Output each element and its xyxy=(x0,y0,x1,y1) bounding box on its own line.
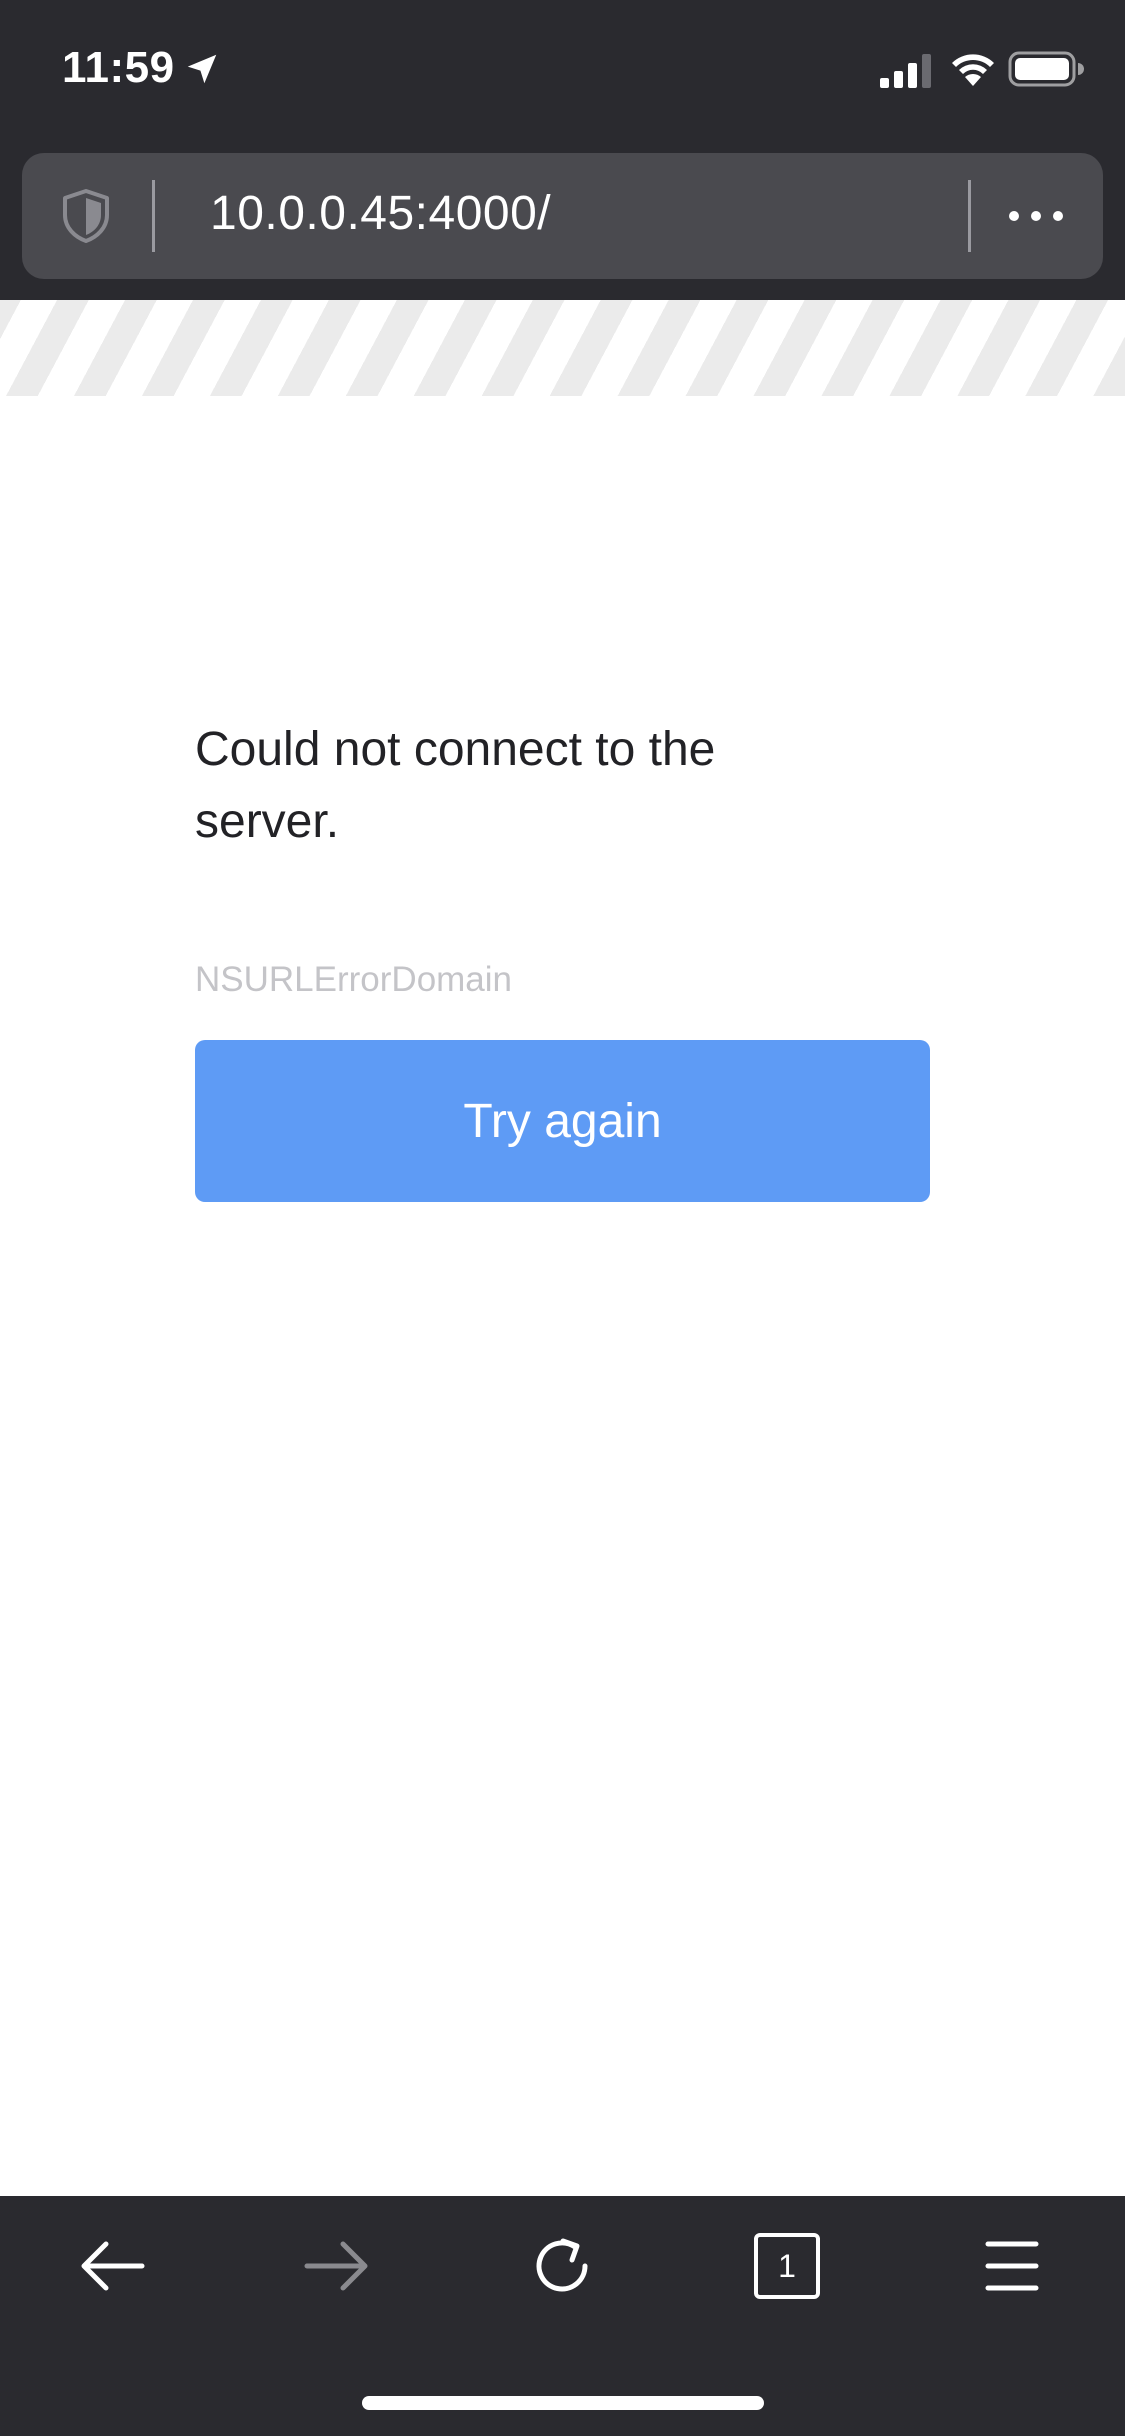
hamburger-menu-icon xyxy=(985,2241,1039,2291)
location-arrow-icon xyxy=(187,54,217,84)
error-message: Could not connect to the server. xyxy=(195,723,716,848)
address-divider-right xyxy=(968,180,971,252)
cellular-signal-icon xyxy=(880,54,931,88)
loading-progress-bar xyxy=(0,300,1125,396)
tab-count: 1 xyxy=(754,2233,820,2299)
wifi-icon xyxy=(952,54,994,86)
address-divider-left xyxy=(152,180,155,252)
home-indicator[interactable] xyxy=(362,2396,764,2410)
tabs-button[interactable]: 1 xyxy=(737,2224,837,2308)
address-bar[interactable] xyxy=(22,153,1103,279)
back-button[interactable] xyxy=(62,2224,162,2308)
menu-button[interactable] xyxy=(962,2224,1062,2308)
shield-icon[interactable] xyxy=(60,188,112,244)
reload-icon xyxy=(536,2238,588,2292)
try-again-button[interactable]: Try again xyxy=(195,1040,930,1202)
reload-button[interactable] xyxy=(512,2224,612,2308)
error-domain: NSURLErrorDomain xyxy=(195,960,513,999)
url-text[interactable]: 10.0.0.45:4000/ xyxy=(210,182,551,246)
forward-button[interactable] xyxy=(287,2224,387,2308)
back-arrow-icon xyxy=(81,2241,145,2291)
forward-arrow-icon xyxy=(304,2241,368,2291)
battery-icon xyxy=(1008,51,1084,87)
status-time: 11:59 xyxy=(62,43,175,92)
more-icon[interactable] xyxy=(1000,196,1072,236)
